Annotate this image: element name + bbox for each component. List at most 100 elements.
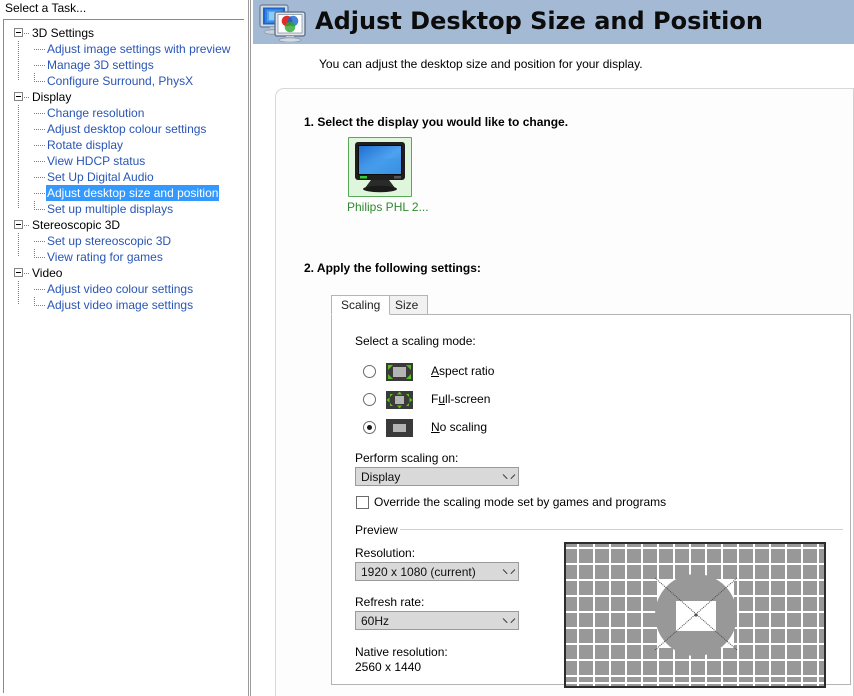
tab-size[interactable]: Size bbox=[385, 295, 429, 315]
tab-panel-scaling: Select a scaling mode: Aspect ratio Full… bbox=[331, 315, 851, 688]
sidebar-item-view-rating-for-games[interactable]: View rating for games bbox=[4, 249, 244, 265]
preview-group-separator bbox=[400, 529, 843, 530]
tree-connector bbox=[34, 289, 46, 290]
refresh-rate-dropdown[interactable]: 60Hz bbox=[355, 611, 519, 630]
sidebar-item-adjust-video-image-settings[interactable]: Adjust video image settings bbox=[4, 297, 244, 313]
collapse-icon[interactable] bbox=[14, 220, 23, 229]
page-title: Adjust Desktop Size and Position bbox=[315, 7, 763, 35]
scaling-mode-aspect-ratio-radio[interactable] bbox=[363, 365, 376, 378]
tree-group: Video Adjust video colour settings Adjust … bbox=[4, 265, 244, 313]
chevron-down-icon bbox=[503, 474, 511, 482]
sidebar-item-adjust-desktop-size-and-position[interactable]: Adjust desktop size and position bbox=[4, 185, 244, 201]
tree-connector bbox=[34, 129, 46, 130]
sidebar-item-label[interactable]: Adjust video colour settings bbox=[46, 281, 194, 297]
content-pane: Adjust Desktop Size and Position You can… bbox=[253, 0, 854, 696]
full-screen-icon bbox=[386, 391, 413, 409]
tree-connector bbox=[18, 41, 19, 57]
perform-scaling-on-label: Perform scaling on: bbox=[355, 451, 459, 465]
tree-connector bbox=[34, 193, 46, 194]
scaling-mode-aspect-ratio-row[interactable]: Aspect ratio bbox=[363, 363, 623, 381]
perform-scaling-on-value: Display bbox=[361, 470, 401, 484]
step2-title: 2. Apply the following settings: bbox=[304, 261, 481, 275]
scaling-mode-aspect-ratio-label: Aspect ratio bbox=[431, 364, 495, 378]
sidebar-item-view-hdcp-status[interactable]: View HDCP status bbox=[4, 153, 244, 169]
tree-connector bbox=[24, 225, 30, 226]
sidebar-item-manage-3d-settings[interactable]: Manage 3D settings bbox=[4, 57, 244, 73]
tree-connector bbox=[34, 241, 46, 242]
display-selector: Philips PHL 2... bbox=[347, 137, 429, 214]
sidebar-item-label[interactable]: Set Up Digital Audio bbox=[46, 169, 155, 185]
pane-splitter[interactable] bbox=[246, 0, 253, 696]
collapse-icon[interactable] bbox=[14, 28, 23, 37]
scaling-mode-no-scaling-row[interactable]: No scaling bbox=[363, 419, 623, 437]
sidebar-item-label[interactable]: Set up stereoscopic 3D bbox=[46, 233, 172, 249]
splitter-line-left bbox=[248, 0, 249, 696]
task-pane-header: Select a Task... bbox=[0, 0, 246, 17]
tree-group-video[interactable]: Video bbox=[4, 265, 244, 281]
override-scaling-checkbox[interactable] bbox=[356, 496, 369, 509]
no-scaling-icon bbox=[386, 419, 413, 437]
step1-title: 1. Select the display you would like to … bbox=[304, 115, 569, 129]
resolution-value: 1920 x 1080 (current) bbox=[361, 565, 476, 579]
collapse-icon[interactable] bbox=[14, 92, 23, 101]
sidebar-item-label[interactable]: Change resolution bbox=[46, 105, 145, 121]
sidebar-item-adjust-video-colour-settings[interactable]: Adjust video colour settings bbox=[4, 281, 244, 297]
scaling-mode-no-scaling-label: No scaling bbox=[431, 420, 488, 434]
preview-group-label: Preview bbox=[355, 523, 398, 537]
tree-connector bbox=[24, 97, 30, 98]
sidebar-item-label[interactable]: Adjust desktop size and position bbox=[46, 185, 220, 201]
tree-connector bbox=[34, 81, 46, 82]
sidebar-item-label[interactable]: Manage 3D settings bbox=[46, 57, 155, 73]
tree-connector bbox=[18, 169, 19, 185]
sidebar-item-change-resolution[interactable]: Change resolution bbox=[4, 105, 244, 121]
sidebar-item-set-up-stereoscopic-3d[interactable]: Set up stereoscopic 3D bbox=[4, 233, 244, 249]
nvidia-control-panel: Select a Task... 3D Settings Adjust image… bbox=[0, 0, 854, 696]
sidebar-item-label[interactable]: Set up multiple displays bbox=[46, 201, 174, 217]
display-tile[interactable] bbox=[348, 137, 412, 197]
tree-connector bbox=[18, 57, 19, 73]
tree-group-stereoscopic-3d[interactable]: Stereoscopic 3D bbox=[4, 217, 244, 233]
tree-connector bbox=[18, 153, 19, 169]
chevron-down-icon bbox=[503, 569, 511, 577]
sidebar-item-label[interactable]: View rating for games bbox=[46, 249, 164, 265]
sidebar-item-configure-surround-physx[interactable]: Configure Surround, PhysX bbox=[4, 73, 244, 89]
native-resolution-label: Native resolution: bbox=[355, 645, 448, 659]
tree-group-display[interactable]: Display bbox=[4, 89, 244, 105]
sidebar-item-label[interactable]: Adjust video image settings bbox=[46, 297, 194, 313]
perform-scaling-on-dropdown[interactable]: Display bbox=[355, 467, 519, 486]
tree-connector bbox=[34, 145, 46, 146]
tree-connector bbox=[18, 137, 19, 153]
sidebar-item-label[interactable]: View HDCP status bbox=[46, 153, 146, 169]
tree-connector bbox=[34, 161, 46, 162]
sidebar-item-label[interactable]: Adjust image settings with preview bbox=[46, 41, 231, 57]
sidebar-item-set-up-multiple-displays[interactable]: Set up multiple displays bbox=[4, 201, 244, 217]
preview-test-pattern bbox=[566, 544, 824, 686]
sidebar-item-adjust-desktop-colour-settings[interactable]: Adjust desktop colour settings bbox=[4, 121, 244, 137]
tree-connector bbox=[18, 105, 19, 121]
tree-connector bbox=[34, 305, 46, 306]
tree-group-label: Display bbox=[32, 90, 72, 104]
tree-connector bbox=[34, 257, 46, 258]
tree-connector bbox=[18, 185, 19, 201]
sidebar-item-set-up-digital-audio[interactable]: Set Up Digital Audio bbox=[4, 169, 244, 185]
sidebar-item-label[interactable]: Configure Surround, PhysX bbox=[46, 73, 194, 89]
collapse-icon[interactable] bbox=[14, 268, 23, 277]
tree-connector bbox=[34, 209, 46, 210]
tab-scaling[interactable]: Scaling bbox=[331, 295, 391, 315]
scaling-preview bbox=[564, 542, 826, 688]
scaling-mode-no-scaling-radio[interactable] bbox=[363, 421, 376, 434]
tree-connector bbox=[34, 65, 46, 66]
sidebar-item-rotate-display[interactable]: Rotate display bbox=[4, 137, 244, 153]
tree-connector bbox=[24, 273, 30, 274]
scaling-mode-full-screen-row[interactable]: Full-screen bbox=[363, 391, 623, 409]
sidebar-item-label[interactable]: Adjust desktop colour settings bbox=[46, 121, 207, 137]
resolution-label: Resolution: bbox=[355, 546, 416, 560]
sidebar-item-label[interactable]: Rotate display bbox=[46, 137, 124, 153]
resolution-dropdown[interactable]: 1920 x 1080 (current) bbox=[355, 562, 519, 581]
override-scaling-label: Override the scaling mode set by games a… bbox=[374, 495, 667, 509]
tree-group-3d-settings[interactable]: 3D Settings bbox=[4, 25, 244, 41]
task-tree-items: 3D Settings Adjust image settings with pr… bbox=[4, 20, 244, 313]
scaling-mode-full-screen-radio[interactable] bbox=[363, 393, 376, 406]
sidebar-item-adjust-image-settings-with-preview[interactable]: Adjust image settings with preview bbox=[4, 41, 244, 57]
chevron-down-icon bbox=[503, 618, 511, 626]
